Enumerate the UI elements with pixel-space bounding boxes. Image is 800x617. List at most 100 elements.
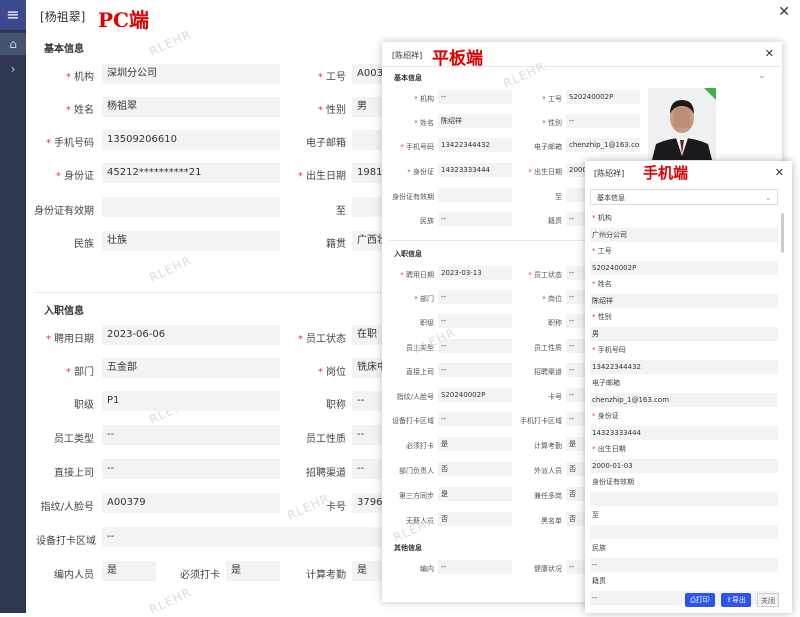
name-field[interactable]: 杨祖翠 <box>102 97 280 117</box>
scrollbar[interactable] <box>781 213 784 253</box>
tablet-dialog-title: [陈绍祥] <box>392 51 423 60</box>
watermark: RLEHR <box>501 59 548 91</box>
ethnic-field[interactable]: 壮族 <box>102 231 280 251</box>
mobile-field-value[interactable]: 13422344432 <box>590 360 778 374</box>
birth-field[interactable]: 1981- <box>352 163 382 183</box>
clock-area-field[interactable]: -- <box>102 527 382 547</box>
print-button[interactable]: ⎙打印 <box>685 593 715 607</box>
tablet-must-clock-field[interactable]: 是 <box>438 437 512 451</box>
mobile-field-value[interactable]: 陈绍祥 <box>590 294 778 308</box>
status-field[interactable]: 在职 <box>352 325 382 345</box>
boss-field[interactable]: -- <box>102 459 280 479</box>
mobile-field-label: 姓名 <box>592 279 612 289</box>
tablet-third-sync-field[interactable]: 是 <box>438 487 512 501</box>
id-valid-from-field[interactable] <box>102 197 280 217</box>
hire-date-field[interactable]: 2023-06-06 <box>102 325 280 345</box>
field-label: 指纹/人脸号 <box>40 502 94 513</box>
tablet-phone-field[interactable]: 13422344432 <box>438 138 512 152</box>
field-label: 员工性质 <box>534 344 562 352</box>
email-field[interactable] <box>352 130 382 150</box>
mobile-field-value[interactable]: -- <box>590 558 778 572</box>
tablet-id-valid-field[interactable] <box>438 188 512 202</box>
channel-field[interactable]: -- <box>352 459 382 479</box>
finger-field[interactable]: A00379 <box>102 493 280 513</box>
pc-annotation: PC端 <box>98 8 149 32</box>
mobile-field-value[interactable] <box>590 492 778 506</box>
enature-field[interactable]: -- <box>352 425 382 445</box>
dept-field[interactable]: 五金部 <box>102 358 280 378</box>
field-label: 至 <box>336 206 346 217</box>
tablet-dept-field[interactable]: -- <box>438 290 512 304</box>
close-button[interactable]: 关闭 <box>757 593 779 607</box>
phone-field[interactable]: 13509206610 <box>102 130 280 150</box>
tablet-gender-field[interactable]: -- <box>566 114 640 128</box>
field-label: 籍贯 <box>548 217 562 225</box>
tablet-email-field[interactable]: chenzhip_1@163.com <box>566 138 640 152</box>
id-field[interactable]: 45212**********21 <box>102 163 280 183</box>
mobile-field-value[interactable]: 2000-01-03 <box>590 459 778 473</box>
tablet-name-field[interactable]: 陈绍祥 <box>438 114 512 128</box>
tablet-boss-field[interactable]: -- <box>438 363 512 377</box>
tablet-ethnic-field[interactable]: -- <box>438 212 512 226</box>
level-field[interactable]: P1 <box>102 391 280 411</box>
field-label: 外派人员 <box>534 467 562 475</box>
home-icon[interactable]: ⌂ <box>0 33 26 55</box>
tablet-no-salary-field[interactable]: 否 <box>438 512 512 526</box>
mobile-field-value[interactable]: 14323333444 <box>590 426 778 440</box>
native-field[interactable]: 广西壮 <box>352 231 382 251</box>
expand-arrow-icon[interactable]: › <box>0 62 26 76</box>
field-label: 必须打卡 <box>406 442 434 450</box>
tablet-finger-field[interactable]: S20240002P <box>438 388 512 402</box>
mobile-field-label: 民族 <box>592 544 606 552</box>
mobile-field-value[interactable]: 广州分公司 <box>590 228 778 242</box>
mobile-close-icon[interactable]: ✕ <box>775 166 784 179</box>
pc-section-job: 入职信息 <box>44 306 84 317</box>
empno-field[interactable]: A0037 <box>352 64 382 84</box>
post-field[interactable]: 铣床中 <box>352 358 382 378</box>
field-label: 姓名 <box>36 101 94 116</box>
field-label: 身份证有效期 <box>34 206 94 217</box>
id-valid-to-field[interactable] <box>352 197 382 217</box>
tablet-hire-field[interactable]: 2023-03-13 <box>438 266 512 280</box>
mobile-field-label: 工号 <box>592 246 612 256</box>
mobile-field-label: 籍贯 <box>592 577 606 585</box>
tablet-dept-lead-field[interactable]: 否 <box>438 462 512 476</box>
mobile-field-value[interactable]: 男 <box>590 327 778 341</box>
mobile-field-label: 出生日期 <box>592 444 626 454</box>
tablet-id-field[interactable]: 14323333444 <box>438 163 512 177</box>
title-field[interactable]: -- <box>352 391 382 411</box>
chevron-down-icon[interactable]: ⌄ <box>758 71 766 81</box>
tablet-section-basic: 基本信息 <box>394 74 422 82</box>
field-label: 编内人员 <box>54 570 94 581</box>
etype-field[interactable]: -- <box>102 425 280 445</box>
org-field[interactable]: 深圳分公司 <box>102 64 280 84</box>
field-label: 职级 <box>420 319 434 327</box>
field-label: 性别 <box>516 118 562 128</box>
field-label: 招聘渠道 <box>306 468 346 479</box>
mobile-field-value[interactable]: S20240002P <box>590 261 778 275</box>
card-field[interactable]: 37968 <box>352 493 382 513</box>
field-label: 工号 <box>282 68 346 83</box>
field-label: 机构 <box>36 68 94 83</box>
gender-field[interactable]: 男 <box>352 97 382 117</box>
tablet-area-field[interactable]: -- <box>438 412 512 426</box>
tablet-org-field[interactable]: -- <box>438 90 512 104</box>
field-label: 聘用日期 <box>382 270 434 280</box>
tablet-close-icon[interactable]: ✕ <box>765 47 774 60</box>
field-label: 手机打卡区域 <box>520 417 562 425</box>
field-label: 岗位 <box>282 363 346 378</box>
must-clock-field[interactable]: 是 <box>226 561 280 581</box>
tablet-empno-field[interactable]: S20240002P <box>566 90 640 104</box>
attendance-field[interactable]: 是 <box>352 561 382 581</box>
mobile-section-basic[interactable]: 基本信息 ⌄ <box>590 189 778 205</box>
mobile-field-value[interactable] <box>590 525 778 539</box>
field-label: 员工状态 <box>282 330 346 345</box>
field-label: 计算考勤 <box>534 442 562 450</box>
menu-toggle-icon[interactable]: ≡ <box>0 0 26 30</box>
tablet-staffed-field[interactable]: -- <box>438 560 512 574</box>
staffed-field[interactable]: 是 <box>102 561 156 581</box>
mobile-field-label: 身份证 <box>592 411 619 421</box>
export-button[interactable]: ⇪导出 <box>721 593 751 607</box>
mobile-field-value[interactable]: chenzhip_1@163.com <box>590 393 778 407</box>
pc-close-icon[interactable]: ✕ <box>778 4 790 20</box>
